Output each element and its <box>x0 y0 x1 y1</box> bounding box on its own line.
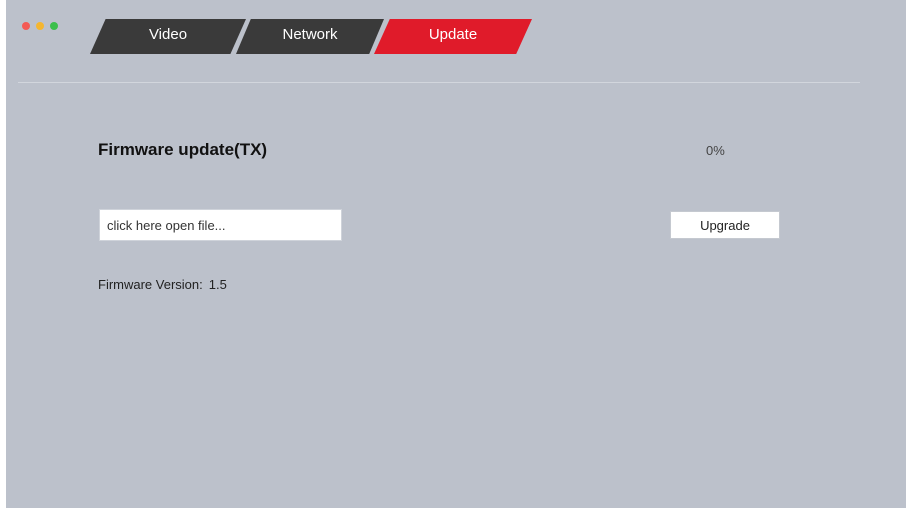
tab-video[interactable]: Video <box>90 19 246 54</box>
firmware-version-label: Firmware Version: <box>98 277 203 292</box>
minimize-icon[interactable] <box>36 22 44 30</box>
upgrade-button[interactable]: Upgrade <box>670 211 780 239</box>
firmware-version-value: 1.5 <box>208 277 227 292</box>
tab-update-label: Update <box>428 26 478 43</box>
tab-video-label: Video <box>148 26 188 43</box>
progress-percent: 0% <box>706 143 725 158</box>
close-icon[interactable] <box>22 22 30 30</box>
section-title: Firmware update(TX) <box>98 140 268 159</box>
tab-network[interactable]: Network <box>236 19 384 54</box>
file-open-input[interactable] <box>99 209 342 241</box>
tab-update[interactable]: Update <box>374 19 532 54</box>
window-controls <box>22 22 58 30</box>
maximize-icon[interactable] <box>50 22 58 30</box>
app-window: Video Network Update Firmware update(TX)… <box>6 0 906 508</box>
header-divider <box>18 82 860 83</box>
firmware-version: Firmware Version: 1.5 <box>98 277 227 292</box>
tab-network-label: Network <box>282 26 338 43</box>
tab-bar: Video Network Update <box>90 19 550 54</box>
